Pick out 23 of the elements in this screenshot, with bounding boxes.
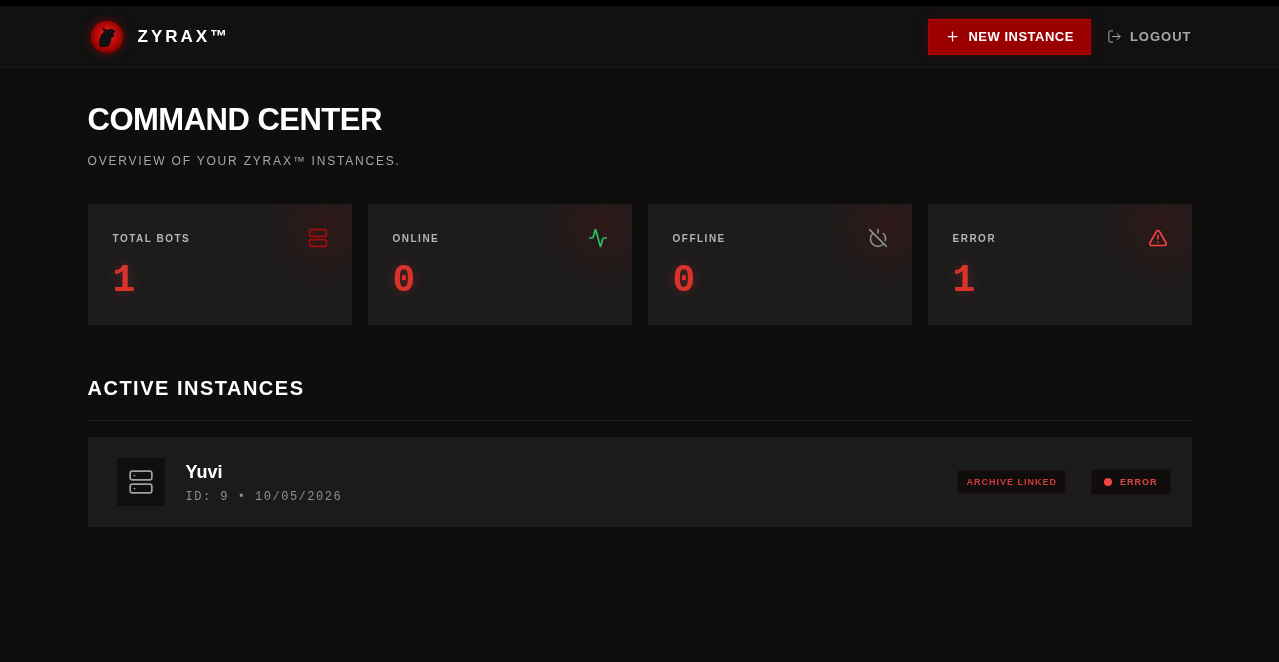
- instance-name: Yuvi: [185, 460, 224, 484]
- stat-label: TOTAL BOTS: [112, 232, 191, 244]
- stat-value: 1: [952, 261, 976, 301]
- instance-meta: ID: 9 • 10/05/2026: [185, 488, 343, 505]
- page-subtitle: OVERVIEW OF YOUR ZYRAX™ INSTANCES.: [87, 153, 402, 169]
- brand-name: ZYRAX™: [137, 26, 231, 47]
- status-label: ERROR: [1120, 477, 1158, 487]
- stat-value: 1: [112, 261, 136, 301]
- new-instance-button[interactable]: NEW INSTANCE: [928, 18, 1091, 55]
- section-title: ACTIVE INSTANCES: [87, 374, 1192, 421]
- server-tile-icon: [116, 458, 165, 506]
- plus-icon: [945, 29, 961, 44]
- logout-icon: [1106, 29, 1122, 44]
- instance-card[interactable]: Yuvi ID: 9 • 10/05/2026 ARCHIVE LINKED ERROR: [87, 437, 1192, 527]
- logout-button[interactable]: LOGOUT: [1106, 18, 1192, 55]
- stat-value: 0: [392, 261, 416, 301]
- stat-label: ERROR: [952, 232, 997, 244]
- page-title: COMMAND CENTER: [87, 101, 383, 139]
- archive-tag: ARCHIVE LINKED: [957, 470, 1066, 494]
- stat-label: OFFLINE: [672, 232, 726, 244]
- stat-label: ONLINE: [392, 232, 440, 244]
- stat-value: 0: [672, 261, 696, 301]
- logo-icon: [89, 19, 124, 54]
